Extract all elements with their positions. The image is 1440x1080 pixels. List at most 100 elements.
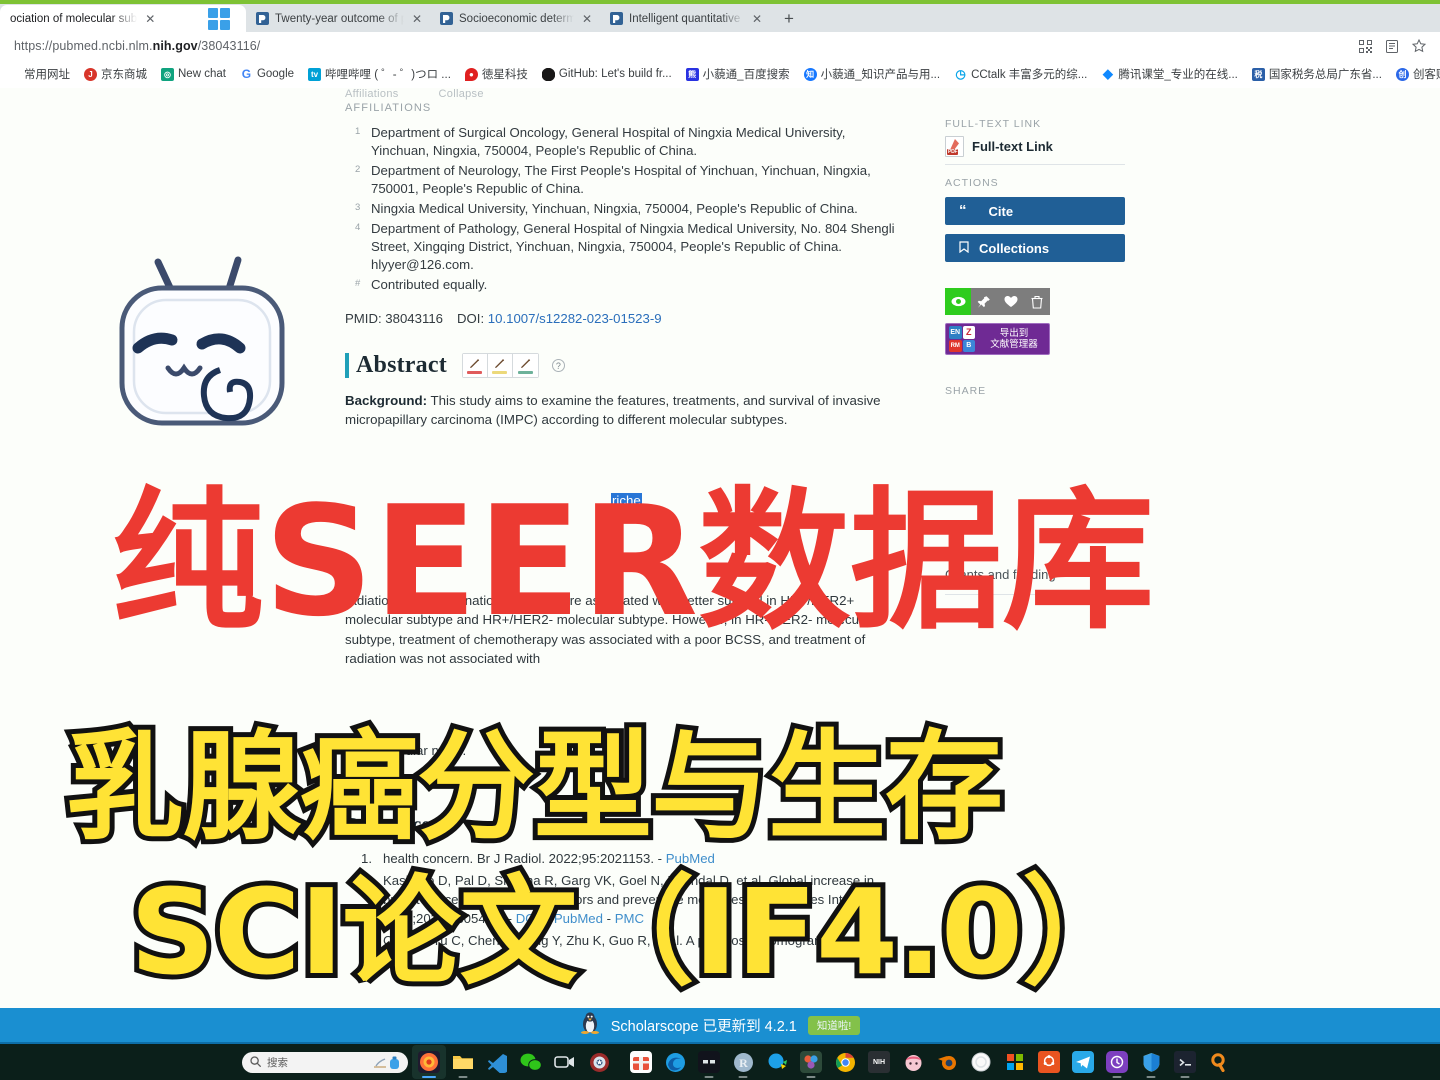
bookmark-item[interactable]: J 京东商城 xyxy=(77,66,154,82)
bookmarks-bar: 常用网址 J 京东商城 ◎ New chat G Google tv 哔哩哔哩 ( ゜-… xyxy=(0,60,1440,88)
new-tab-button[interactable]: + xyxy=(776,6,802,32)
bookmark-item[interactable]: G Google xyxy=(233,67,301,81)
address-bar[interactable]: https://pubmed.ncbi.nlm.nih.gov/38043116… xyxy=(0,32,1440,60)
bookmark-item[interactable]: ● 徳星科技 xyxy=(458,66,535,82)
browser-tab-4[interactable]: Intelligent quantitative recog ✕ xyxy=(600,5,770,32)
export-to-reference-manager-button[interactable]: EN Z RM B 导出到 文献管理器 xyxy=(945,323,1050,355)
purple-app-icon xyxy=(1106,1051,1128,1073)
taskbar-item-defender[interactable] xyxy=(1134,1045,1168,1079)
taskbar-item-shield-circle[interactable] xyxy=(582,1045,616,1079)
bookmark-item[interactable]: 创创客贴 - 制作 - 设计页 xyxy=(1389,66,1440,82)
highlight-green-button[interactable] xyxy=(512,354,538,377)
affiliation-number: 3 xyxy=(355,202,361,213)
doi-link[interactable]: 10.1007/s12282-023-01523-9 xyxy=(488,311,662,326)
bookmark-item[interactable]: ⬤ GitHub: Let's build fr... xyxy=(535,67,679,81)
close-icon[interactable]: ✕ xyxy=(582,13,592,25)
taskbar-item-nih[interactable]: NIH xyxy=(862,1045,896,1079)
bookmark-item[interactable]: 熊小藐通_百度搜索 xyxy=(679,66,797,82)
bookmark-item[interactable]: tv 哔哩哔哩 ( ゜- ゜)つロ ... xyxy=(301,66,458,82)
taskbar-item-chrome[interactable] xyxy=(828,1045,862,1079)
taskbar-item-file-explorer[interactable] xyxy=(446,1045,480,1079)
trash-icon[interactable] xyxy=(1023,288,1050,315)
browser-tab-2[interactable]: Twenty-year outcome of pre ✕ xyxy=(246,5,430,32)
bookmark-item[interactable]: ◎ New chat xyxy=(154,67,233,81)
clipped-affiliations-toggle[interactable]: Affiliations Collapse xyxy=(345,88,524,100)
taskbar-item-white-circle[interactable] xyxy=(964,1045,998,1079)
taskbar-item-edge[interactable] xyxy=(658,1045,692,1079)
cite-button[interactable]: “ Cite xyxy=(945,197,1125,225)
file-explorer-icon xyxy=(452,1051,474,1073)
taskbar-item-blender[interactable] xyxy=(930,1045,964,1079)
close-icon[interactable]: ✕ xyxy=(412,13,422,25)
browser-tab-3[interactable]: Socioeconomic determinants ✕ xyxy=(430,5,600,32)
bookmark-item[interactable]: 税国家税务总局广东省... xyxy=(1245,66,1389,82)
bookmark-item[interactable]: ◷ CCtalk 丰富多元的综... xyxy=(947,66,1094,82)
taskbar-item-telegram[interactable] xyxy=(1066,1045,1100,1079)
bookmark-item[interactable]: 常用网址 xyxy=(0,66,77,82)
taskbar-item-purple-app[interactable] xyxy=(1100,1045,1134,1079)
taskbar-item-powershell[interactable] xyxy=(1168,1045,1202,1079)
cctalk-icon: ◷ xyxy=(954,67,968,81)
collapse-toggle-label: Collapse xyxy=(438,88,484,100)
qr-code-icon[interactable] xyxy=(1359,39,1372,53)
tab-title: Intelligent quantitative recog xyxy=(629,12,744,25)
article-identifiers: PMID: 38043116 DOI: 10.1007/s12282-023-01… xyxy=(345,311,905,326)
heart-icon[interactable] xyxy=(997,288,1024,315)
eye-icon[interactable] xyxy=(945,288,972,315)
abstract-background: Background: This study aims to examine t… xyxy=(345,391,905,430)
close-icon[interactable]: ✕ xyxy=(752,13,762,25)
store-icon xyxy=(630,1051,652,1073)
taskbar-item-ubuntu[interactable] xyxy=(1032,1045,1066,1079)
taskbar-item-office[interactable] xyxy=(998,1045,1032,1079)
telegram-icon xyxy=(1072,1051,1094,1073)
abstract-header: Abstract ? xyxy=(345,352,905,379)
bookmark-label: 小藐通_知识产品与用... xyxy=(820,69,941,81)
pubmed-favicon xyxy=(440,12,453,25)
help-icon[interactable]: ? xyxy=(551,359,565,372)
taskbar-item-store[interactable] xyxy=(624,1045,658,1079)
full-text-link-button[interactable]: PDF Full-text Link xyxy=(945,136,1125,165)
url-domain: nih.gov xyxy=(152,39,198,53)
taskbar-item-terminal-dark[interactable] xyxy=(692,1045,726,1079)
shield-circle-icon xyxy=(588,1051,610,1073)
bookmark-label: 腾讯课堂_专业的在线... xyxy=(1118,69,1238,81)
taskbar-item-firefox[interactable] xyxy=(412,1045,446,1079)
pmid-label: PMID: 38043116 xyxy=(345,311,443,326)
taskbar-item-davinci[interactable] xyxy=(794,1045,828,1079)
tax-bureau-icon: 税 xyxy=(1251,67,1265,81)
highlight-red-button[interactable] xyxy=(462,354,488,377)
reading-list-icon[interactable] xyxy=(1386,39,1398,53)
abstract-obscured-line xyxy=(345,669,905,688)
overlay-title-red: 纯SEER数据库 xyxy=(112,473,1155,650)
address-bar-actions xyxy=(1359,39,1440,53)
pin-icon[interactable] xyxy=(971,288,998,315)
office-icon xyxy=(1004,1051,1026,1073)
highlight-yellow-button[interactable] xyxy=(487,354,513,377)
abstract-obscured-line xyxy=(345,431,905,450)
full-text-link-label: Full-text Link xyxy=(972,139,1053,154)
bookmark-label: 京东商城 xyxy=(101,69,147,81)
taskbar-item-qq[interactable] xyxy=(760,1045,794,1079)
bookmark-star-icon[interactable] xyxy=(1412,39,1426,53)
scholarscope-dismiss-button[interactable]: 知道啦! xyxy=(807,1015,861,1035)
affiliation-text: Department of Neurology, The First Peopl… xyxy=(371,163,871,196)
bookmark-label: Google xyxy=(256,68,295,80)
taskbar-item-search-orange[interactable] xyxy=(1202,1045,1236,1079)
url-text: https://pubmed.ncbi.nlm.nih.gov/38043116… xyxy=(0,39,260,53)
bookmark-item[interactable]: ◆ 腾讯课堂_专业的在线... xyxy=(1094,66,1244,82)
taskbar-item-vscode[interactable] xyxy=(480,1045,514,1079)
collections-button[interactable]: Collections xyxy=(945,234,1125,262)
affiliation-number: 2 xyxy=(355,164,361,175)
scholarscope-update-bar: Scholarscope 已更新到 4.2.1 知道啦! xyxy=(0,1008,1440,1044)
start-button[interactable] xyxy=(208,8,230,30)
taskbar-item-rstudio[interactable]: R xyxy=(726,1045,760,1079)
white-circle-icon xyxy=(970,1051,992,1073)
taskbar-search-box[interactable]: 搜索 xyxy=(242,1052,408,1073)
taskbar-item-anime[interactable] xyxy=(896,1045,930,1079)
tab-title: Twenty-year outcome of pre xyxy=(275,12,404,25)
close-icon[interactable]: ✕ xyxy=(145,13,155,25)
taskbar-item-camera[interactable] xyxy=(548,1045,582,1079)
taskbar-item-wechat[interactable] xyxy=(514,1045,548,1079)
bookmark-item[interactable]: 知小藐通_知识产品与用... xyxy=(797,66,947,82)
tab-title: ociation of molecular sub xyxy=(10,12,138,25)
